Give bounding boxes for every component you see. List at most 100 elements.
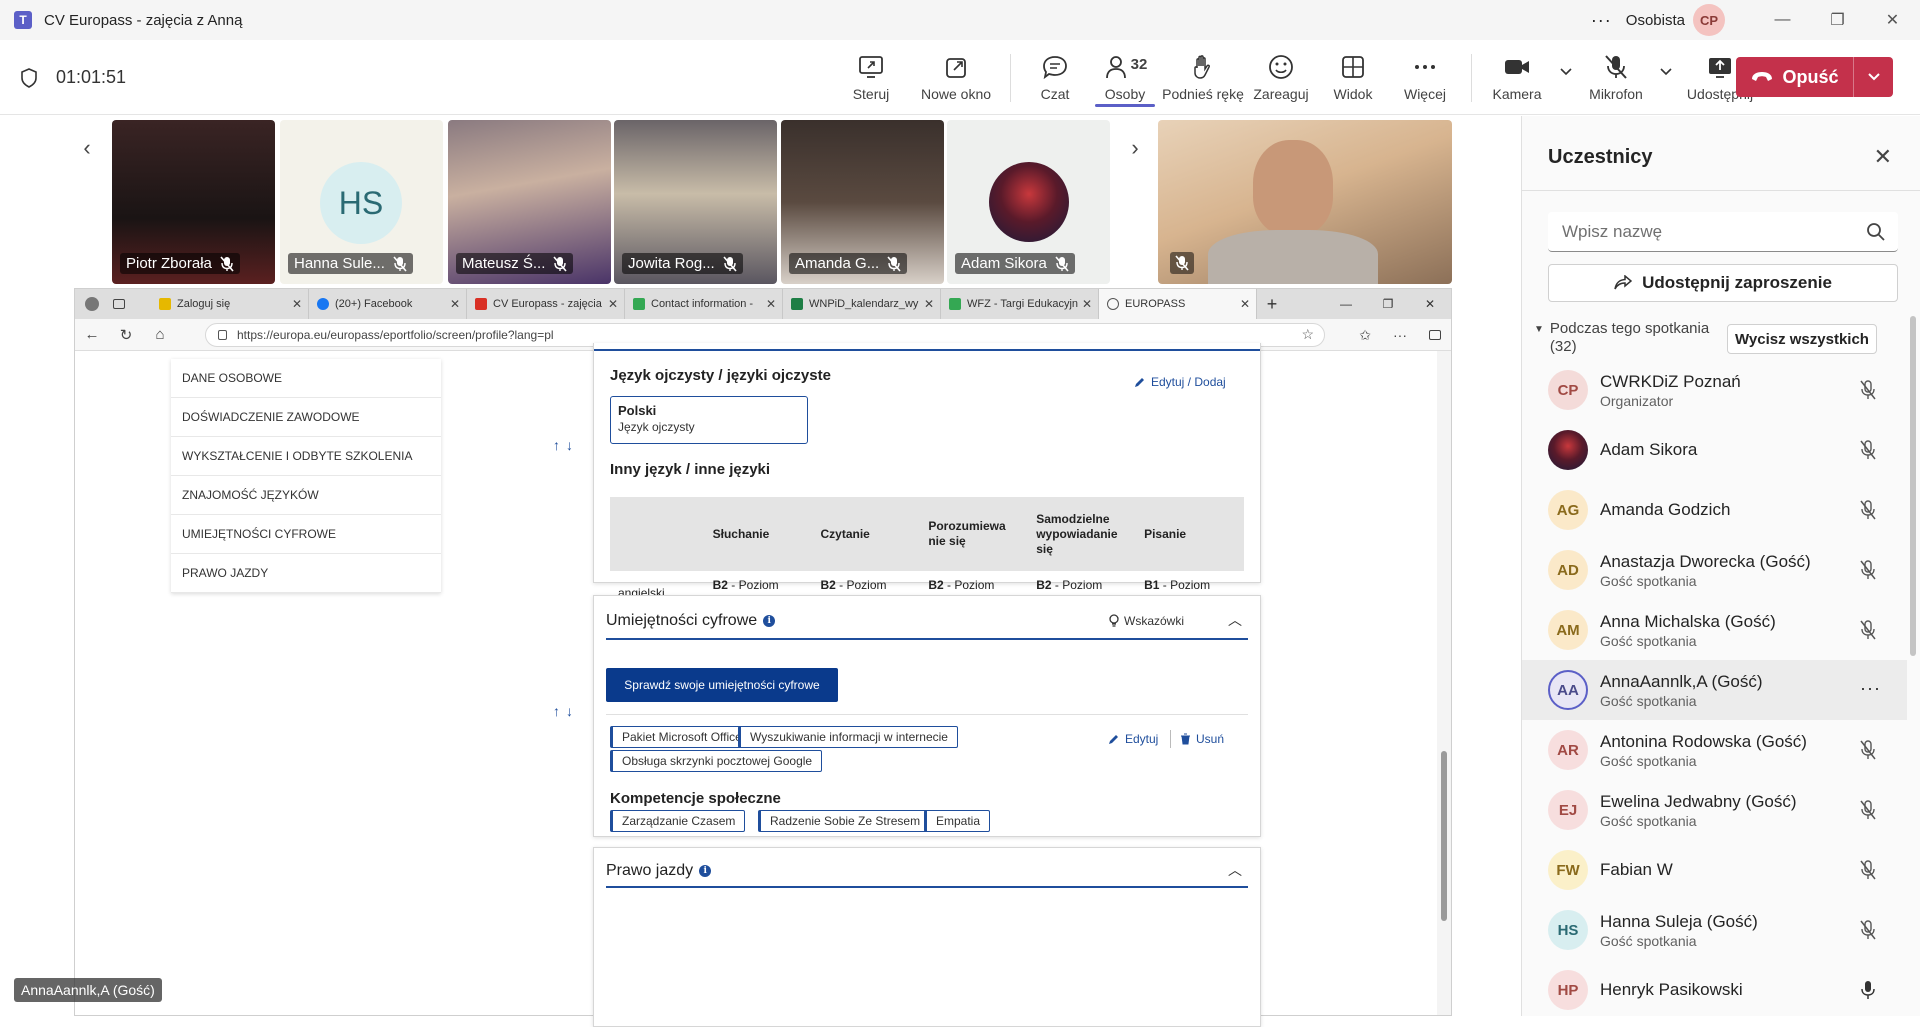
profile-icon[interactable] — [85, 297, 99, 311]
nav-item-personal-data[interactable]: DANE OSOBOWE — [171, 359, 441, 398]
participant-row[interactable]: HP Henryk Pasikowski — [1522, 960, 1907, 1020]
video-tile[interactable]: Adam Sikora — [947, 120, 1110, 284]
collapse-chevron-icon[interactable]: ︿ — [1228, 610, 1242, 630]
info-icon[interactable]: i — [699, 865, 712, 877]
participant-row[interactable]: EJ Ewelina Jedwabny (Gość) Gość spotkania — [1522, 780, 1907, 840]
camera-button[interactable]: Kamera — [1482, 40, 1552, 115]
participant-role: Gość spotkania — [1600, 692, 1697, 709]
browser-menu-icon[interactable]: ··· — [1393, 327, 1407, 343]
favorites-icon[interactable]: ✩ — [1359, 327, 1371, 344]
video-tile[interactable]: Jowita Rog... — [614, 120, 777, 284]
participant-role: Gość spotkania — [1600, 812, 1697, 829]
participant-row[interactable]: AD Anastazja Dworecka (Gość) Gość spotkan… — [1522, 540, 1907, 600]
edit-digital-skills-link[interactable]: Edytuj — [1108, 732, 1158, 746]
profile-avatar[interactable]: CP — [1693, 4, 1725, 36]
tile-name: Mateusz Ś... — [456, 253, 574, 274]
restore-icon[interactable]: ❐ — [1810, 0, 1865, 40]
close-panel-icon[interactable]: ✕ — [1874, 144, 1892, 170]
sidebar-toggle-icon[interactable] — [1429, 330, 1441, 340]
nav-item-languages[interactable]: ZNAJOMOŚĆ JĘZYKÓW — [171, 476, 441, 515]
new-window-button[interactable]: Nowe okno — [912, 40, 1000, 115]
info-icon[interactable]: i — [763, 615, 776, 627]
move-down-icon[interactable]: ↓ — [566, 437, 573, 453]
trash-icon — [1181, 733, 1190, 745]
back-icon[interactable]: ← — [75, 326, 109, 343]
restore-icon[interactable]: ❐ — [1367, 289, 1409, 319]
browser-tab[interactable]: Contact information - ✕ — [625, 289, 783, 319]
react-button[interactable]: Zareaguj — [1245, 40, 1317, 115]
browser-tab[interactable]: WFZ - Targi Edukacyjn ✕ — [941, 289, 1099, 319]
share-invite-button[interactable]: Udostępnij zaproszenie — [1548, 264, 1898, 302]
move-up-icon[interactable]: ↑ — [553, 703, 560, 719]
video-tile[interactable]: Piotr Zborała — [112, 120, 275, 284]
gallery-prev-button[interactable]: ‹ — [72, 118, 102, 178]
people-button[interactable]: 32 Osoby — [1089, 40, 1161, 115]
close-tab-icon[interactable]: ✕ — [608, 297, 618, 311]
participant-row[interactable]: CP CWRKDiZ Poznań Organizator — [1522, 360, 1907, 420]
mute-all-button[interactable]: Wycisz wszystkich — [1727, 324, 1877, 354]
refresh-icon[interactable]: ↻ — [109, 326, 143, 344]
panel-scrollbar[interactable] — [1910, 316, 1916, 656]
view-button[interactable]: Widok — [1317, 40, 1389, 115]
present-button[interactable]: Steruj — [830, 40, 912, 115]
tab-actions-icon[interactable] — [113, 299, 125, 309]
delete-digital-skills-link[interactable]: Usuń — [1180, 732, 1224, 746]
nav-item-education[interactable]: WYKSZTAŁCENIE I ODBYTE SZKOLENIA — [171, 437, 441, 476]
participant-search-input[interactable]: Wpisz nazwę — [1548, 212, 1898, 252]
favorite-star-icon[interactable]: ☆ — [1301, 326, 1314, 343]
presenter-video-tile[interactable] — [1158, 120, 1452, 284]
video-tile[interactable]: Amanda G... — [781, 120, 944, 284]
nav-item-driving-licence[interactable]: PRAWO JAZDY — [171, 554, 441, 593]
browser-tab[interactable]: Zaloguj się ✕ — [151, 289, 309, 319]
microphone-button[interactable]: Mikrofon — [1580, 40, 1652, 115]
browser-tab[interactable]: (20+) Facebook ✕ — [309, 289, 467, 319]
in-meeting-group-header[interactable]: ▼ Podczas tego spotkania (32) — [1534, 320, 1720, 356]
move-up-icon[interactable]: ↑ — [553, 437, 560, 453]
participant-row[interactable]: AR Antonina Rodowska (Gość) Gość spotkani… — [1522, 720, 1907, 780]
browser-tab-bar: Zaloguj się ✕ (20+) Facebook ✕ CV Europass… — [75, 289, 1451, 319]
home-icon[interactable]: ⌂ — [143, 326, 177, 343]
minimize-icon[interactable]: — — [1755, 0, 1810, 40]
participant-row[interactable]: FW Fabian W — [1522, 840, 1907, 900]
more-button[interactable]: Więcej — [1389, 40, 1461, 115]
browser-tab[interactable]: WNPiD_kalendarz_wy ✕ — [783, 289, 941, 319]
edit-add-languages-link[interactable]: Edytuj / Dodaj — [1134, 375, 1226, 389]
close-window-icon[interactable]: ✕ — [1865, 0, 1920, 40]
participant-row[interactable]: AM Anna Michalska (Gość) Gość spotkania — [1522, 600, 1907, 660]
raise-hand-button[interactable]: Podnieś rękę — [1161, 40, 1245, 115]
minimize-icon[interactable]: — — [1325, 289, 1367, 319]
page-scrollbar[interactable] — [1437, 351, 1451, 1015]
leave-options-button[interactable] — [1853, 57, 1893, 97]
collapse-chevron-icon[interactable]: ︿ — [1228, 860, 1242, 880]
close-tab-icon[interactable]: ✕ — [766, 297, 776, 311]
mic-off-icon — [887, 255, 901, 272]
hints-button[interactable]: Wskazówki — [1108, 614, 1184, 628]
new-tab-button[interactable]: + — [1257, 294, 1287, 315]
close-tab-icon[interactable]: ✕ — [1240, 297, 1250, 311]
participant-row[interactable]: Adam Sikora — [1522, 420, 1907, 480]
browser-tab[interactable]: CV Europass - zajęcia ✕ — [467, 289, 625, 319]
camera-options-button[interactable] — [1552, 40, 1580, 115]
scrollbar-thumb[interactable] — [1441, 751, 1447, 921]
close-tab-icon[interactable]: ✕ — [450, 297, 460, 311]
close-tab-icon[interactable]: ✕ — [924, 297, 934, 311]
more-options-icon[interactable]: ··· — [1591, 10, 1612, 31]
video-tile[interactable]: HS Hanna Sule... — [280, 120, 443, 284]
close-tab-icon[interactable]: ✕ — [1082, 297, 1092, 311]
microphone-options-button[interactable] — [1652, 40, 1680, 115]
participant-row[interactable]: AG Amanda Godzich — [1522, 480, 1907, 540]
close-tab-icon[interactable]: ✕ — [292, 297, 302, 311]
more-options-icon[interactable]: ··· — [1860, 678, 1881, 699]
nav-item-digital-skills[interactable]: UMIEJĘTNOŚCI CYFROWE — [171, 515, 441, 554]
nav-item-work-experience[interactable]: DOŚWIADCZENIE ZAWODOWE — [171, 398, 441, 437]
video-tile[interactable]: Mateusz Ś... — [448, 120, 611, 284]
chat-button[interactable]: Czat — [1021, 40, 1089, 115]
move-down-icon[interactable]: ↓ — [566, 703, 573, 719]
gallery-next-button[interactable]: › — [1120, 118, 1150, 178]
participant-row[interactable]: HS Hanna Suleja (Gość) Gość spotkania — [1522, 900, 1907, 960]
check-digital-skills-button[interactable]: Sprawdź swoje umiejętności cyfrowe — [606, 668, 838, 702]
close-window-icon[interactable]: ✕ — [1409, 289, 1451, 319]
browser-tab-active[interactable]: EUROPASS ✕ — [1099, 289, 1257, 319]
leave-button[interactable]: Opuść — [1736, 57, 1893, 97]
participant-row-self[interactable]: AA AnnaAannlk,A (Gość) Gość spotkania ··· — [1522, 660, 1907, 720]
